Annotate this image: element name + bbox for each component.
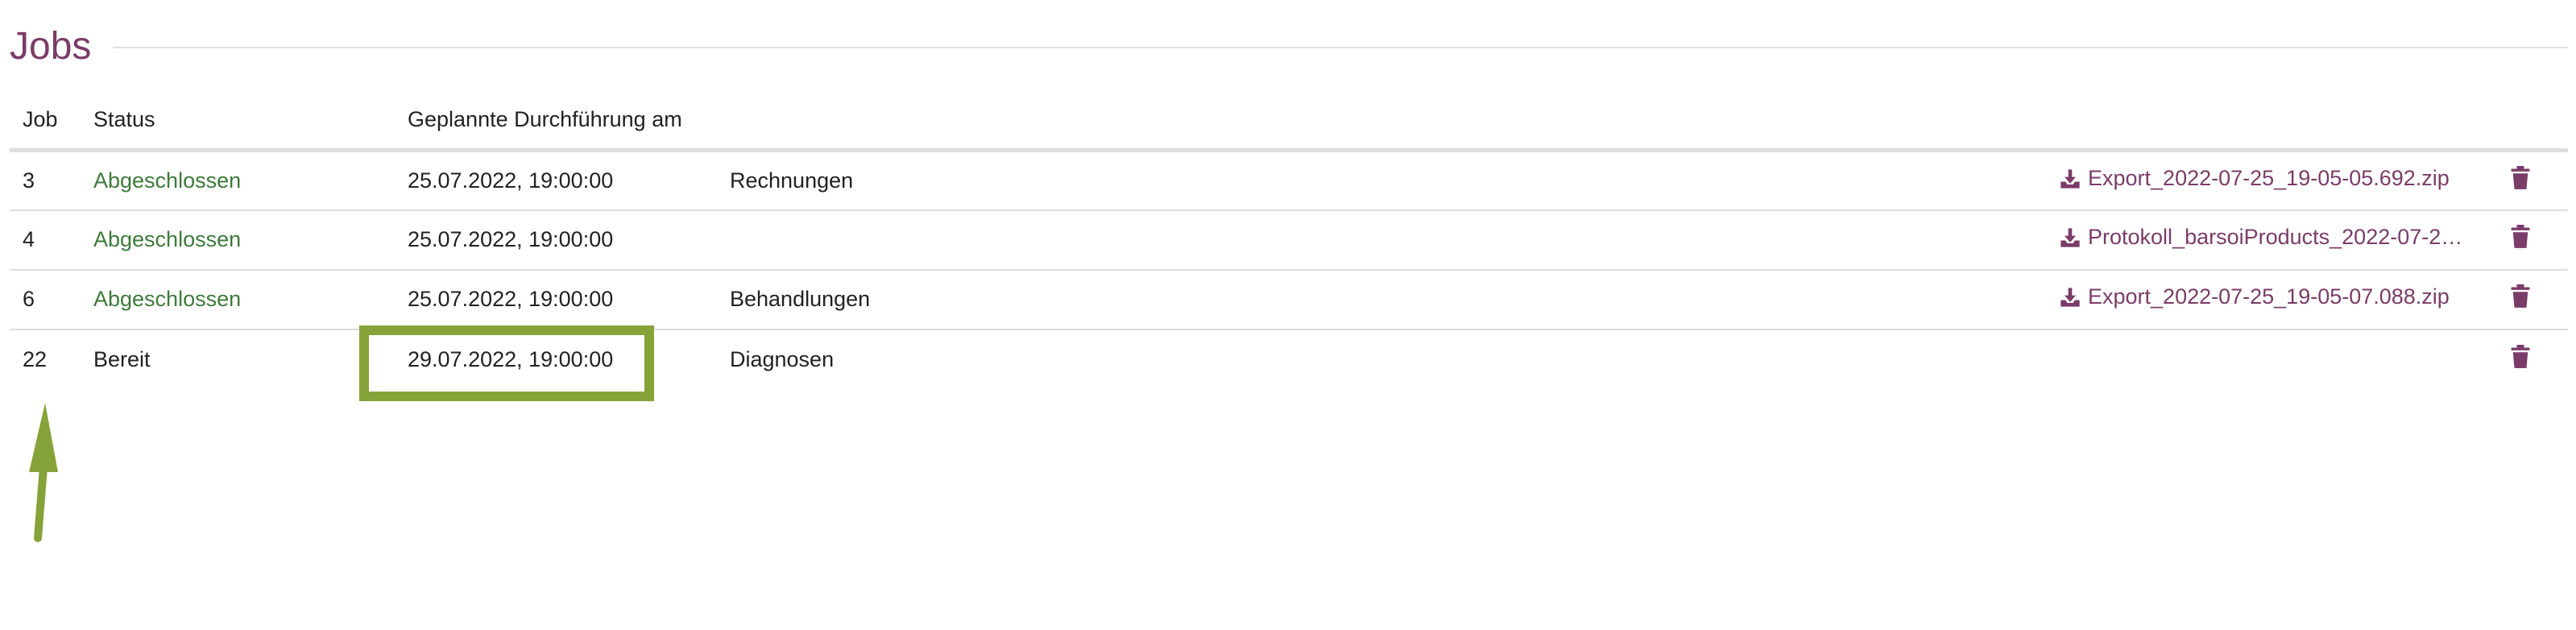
jobs-table: Job Status Geplannte Durchführung am 3 Ab… (10, 90, 2568, 389)
download-link[interactable]: Export_2022-07-25_19-05-05.692.zip (2059, 166, 2450, 191)
job-status: Abgeschlossen (93, 168, 242, 193)
job-id: 6 (23, 287, 35, 311)
job-id: 22 (23, 346, 48, 371)
job-id: 4 (23, 227, 35, 251)
download-link[interactable]: Protokoll_barsoiProducts_2022-07-2… (2059, 225, 2462, 250)
download-link[interactable]: Export_2022-07-25_19-05-07.088.zip (2059, 284, 2450, 309)
column-header-date[interactable]: Geplannte Durchführung am (395, 90, 717, 151)
annotation-arrow (29, 403, 58, 542)
file-name: Export_2022-07-25_19-05-07.088.zip (2088, 284, 2450, 309)
job-file-cell: Export_2022-07-25_19-05-05.692.zip (2046, 151, 2497, 210)
job-id: 3 (23, 168, 35, 193)
section-header: Jobs (10, 16, 2568, 77)
download-icon (2059, 168, 2081, 190)
job-status: Bereit (93, 346, 151, 371)
job-scheduled-date: 25.07.2022, 19:00:00 (408, 287, 614, 311)
download-icon (2059, 226, 2081, 249)
column-header-job[interactable]: Job (10, 90, 81, 151)
delete-cell (2497, 270, 2568, 330)
delete-cell (2497, 330, 2568, 389)
job-scheduled-date: 25.07.2022, 19:00:00 (408, 168, 614, 193)
job-file-cell: Export_2022-07-25_19-05-07.088.zip (2046, 270, 2497, 330)
file-name: Protokoll_barsoiProducts_2022-07-2… (2088, 225, 2463, 250)
download-icon (2059, 286, 2081, 309)
job-file-cell (2046, 330, 2497, 389)
job-status: Abgeschlossen (93, 287, 242, 311)
section-divider (113, 47, 2568, 48)
table-row: 6 Abgeschlossen 25.07.2022, 19:00:00 Behand… (10, 270, 2568, 330)
job-file-cell: Protokoll_barsoiProducts_2022-07-2… (2046, 210, 2497, 270)
job-type (717, 210, 2046, 270)
job-type: Behandlungen (730, 287, 871, 311)
file-name: Export_2022-07-25_19-05-05.692.zip (2088, 166, 2450, 190)
table-row: 3 Abgeschlossen 25.07.2022, 19:00:00 Rechnu… (10, 151, 2568, 210)
column-header-actions (2497, 90, 2568, 151)
trash-icon[interactable] (2510, 165, 2531, 190)
delete-cell (2497, 151, 2568, 210)
column-header-status[interactable]: Status (81, 90, 395, 151)
column-header-file (2046, 90, 2497, 151)
trash-icon[interactable] (2510, 284, 2531, 309)
trash-icon[interactable] (2510, 225, 2531, 249)
trash-icon[interactable] (2510, 344, 2531, 369)
table-row: 22 Bereit 29.07.2022, 19:00:00 Diagnosen (10, 330, 2568, 389)
table-header-row: Job Status Geplannte Durchführung am (10, 90, 2568, 151)
job-scheduled-date: 29.07.2022, 19:00:00 (408, 346, 614, 371)
table-row: 4 Abgeschlossen 25.07.2022, 19:00:00 Protok… (10, 210, 2568, 270)
job-scheduled-date: 25.07.2022, 19:00:00 (408, 227, 614, 251)
job-type: Diagnosen (730, 346, 835, 371)
page-title: Jobs (10, 25, 92, 68)
delete-cell (2497, 210, 2568, 270)
job-type: Rechnungen (730, 168, 854, 193)
column-header-type (717, 90, 2046, 151)
job-status: Abgeschlossen (93, 227, 242, 251)
